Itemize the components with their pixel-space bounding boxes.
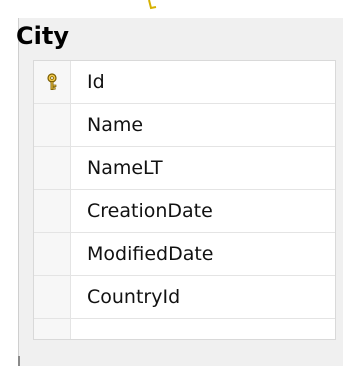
row-gutter: [34, 190, 71, 232]
row-gutter: [34, 319, 71, 339]
column-name: CountryId: [87, 286, 181, 308]
key-icon: [47, 73, 57, 90]
relationship-connector-icon: [148, 0, 157, 10]
row-gutter: [34, 147, 71, 189]
column-grid: Id Name NameLT CreationDate ModifiedDate…: [33, 60, 336, 340]
row-gutter: [34, 276, 71, 318]
column-name: NameLT: [87, 157, 163, 179]
column-name: Name: [87, 114, 144, 136]
row-gutter: [34, 61, 71, 103]
diagram-canvas: City Id Name NameLT CreationDate Modifie…: [0, 0, 343, 366]
column-name: Id: [87, 71, 105, 93]
table-title: City: [16, 22, 69, 50]
empty-row: [34, 319, 335, 339]
column-row-name[interactable]: Name: [34, 104, 335, 147]
column-row-namelt[interactable]: NameLT: [34, 147, 335, 190]
resize-tick: [18, 356, 20, 366]
column-name: CreationDate: [87, 200, 213, 222]
column-row-creationdate[interactable]: CreationDate: [34, 190, 335, 233]
row-gutter: [34, 104, 71, 146]
column-row-id[interactable]: Id: [34, 61, 335, 104]
empty-cell: [71, 319, 335, 339]
column-name: ModifiedDate: [87, 243, 214, 265]
column-row-modifieddate[interactable]: ModifiedDate: [34, 233, 335, 276]
row-gutter: [34, 233, 71, 275]
column-row-countryid[interactable]: CountryId: [34, 276, 335, 319]
